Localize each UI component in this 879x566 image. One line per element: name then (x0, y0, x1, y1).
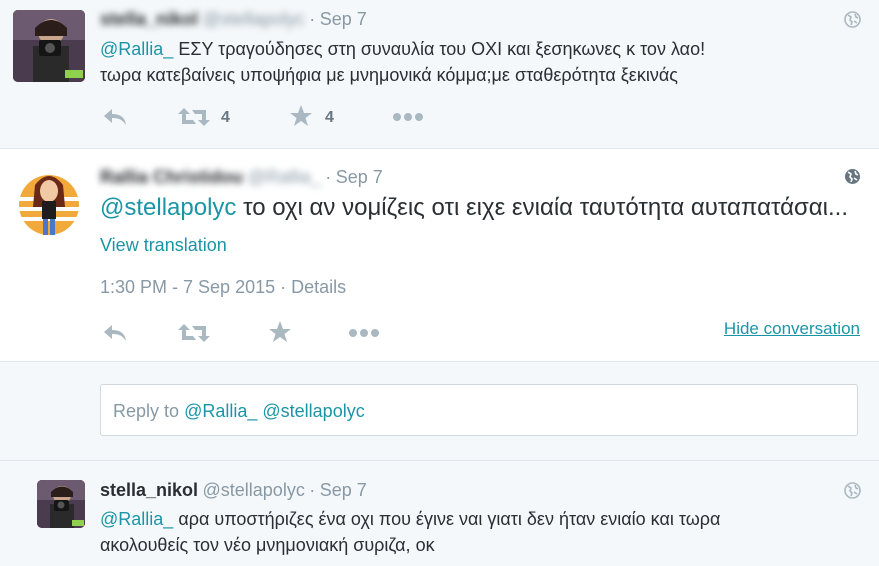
tweet-text: @Rallia_ αρα υποστήριζες ένα οχι που έγι… (100, 506, 870, 558)
handle[interactable]: @stellapolyc (203, 480, 305, 500)
more-icon[interactable] (348, 328, 380, 338)
avatar-photo (37, 480, 85, 528)
retweet-icon[interactable] (178, 322, 210, 344)
separator: · (325, 167, 332, 187)
tweet-text-line2: τωρα κατεβαίνεις υποψήφια με μνημονικά κ… (100, 65, 678, 85)
tweet-date[interactable]: Sep 7 (320, 9, 367, 29)
display-name[interactable]: stella_nikol (100, 480, 198, 500)
tweet-stella-reply[interactable]: stella_nikol @stellapolyc · Sep 7 @Ralli… (0, 461, 879, 566)
mention-link[interactable]: @stellapolyc (100, 194, 236, 221)
handle[interactable]: @Rallia_ (247, 167, 320, 187)
globe-icon (844, 482, 861, 499)
avatar[interactable] (13, 10, 85, 82)
view-translation-link[interactable]: View translation (100, 235, 227, 256)
separator: · (309, 480, 316, 500)
globe-icon (844, 11, 861, 28)
reply-prefix: Reply to (113, 401, 180, 421)
reply-box-container: Reply to @Rallia_ @stellapolyc (0, 362, 879, 461)
tweet-text-line2: ακολουθείς τον νέο μνημονιακή συριζα, οκ (100, 535, 435, 555)
display-name[interactable]: Rallia Christidou (100, 167, 243, 187)
tweet-timestamp[interactable]: 1:30 PM - 7 Sep 2015 (100, 277, 275, 297)
separator: · (309, 9, 316, 29)
more-icon[interactable] (392, 112, 424, 122)
details-link[interactable]: Details (291, 277, 346, 297)
retweet-count: 4 (221, 109, 230, 126)
reply-mention: @Rallia_ (184, 401, 258, 421)
avatar[interactable] (13, 167, 85, 239)
separator: · (280, 277, 287, 297)
avatar-photo (13, 10, 85, 82)
tweet-stella-1[interactable]: stella_nikol @stellapolyc · Sep 7 @Ralli… (0, 0, 879, 149)
tweet-text-body: το οχι αν νομίζεις οτι ειχε ενιαία ταυτό… (243, 194, 849, 221)
display-name[interactable]: stella_nikol (100, 9, 198, 29)
tweet-rallia-expanded[interactable]: Rallia Christidou @Rallia_ · Sep 7 @stel… (0, 149, 879, 362)
retweet-icon[interactable] (178, 106, 210, 128)
handle[interactable]: @stellapolyc (203, 9, 305, 29)
avatar-cartoon (13, 167, 85, 239)
mention-link[interactable]: @Rallia_ (100, 509, 173, 529)
reply-icon[interactable] (102, 106, 128, 128)
tweet-date[interactable]: Sep 7 (336, 167, 383, 187)
tweet-text: @stellapolyc το οχι αν νομίζεις οτι ειχε… (100, 193, 870, 223)
like-count: 4 (325, 109, 334, 126)
hide-conversation-link[interactable]: Hide conversation (724, 319, 860, 339)
tweet-text: @Rallia_ ΕΣΥ τραγούδησες στη συναυλία το… (100, 36, 870, 88)
avatar[interactable] (37, 480, 85, 528)
tweet-text-line1: αρα υποστήριζες ένα οχι που έγινε ναι γι… (178, 509, 721, 529)
reply-input[interactable]: Reply to @Rallia_ @stellapolyc (100, 384, 858, 436)
star-icon[interactable] (268, 320, 292, 344)
star-icon[interactable] (289, 104, 313, 128)
globe-icon (845, 169, 860, 184)
tweet-text-line1: ΕΣΥ τραγούδησες στη συναυλία του ΟΧΙ και… (178, 39, 706, 59)
mention-link[interactable]: @Rallia_ (100, 39, 173, 59)
reply-icon[interactable] (102, 322, 128, 344)
tweet-date[interactable]: Sep 7 (320, 480, 367, 500)
reply-mention: @stellapolyc (262, 401, 365, 421)
